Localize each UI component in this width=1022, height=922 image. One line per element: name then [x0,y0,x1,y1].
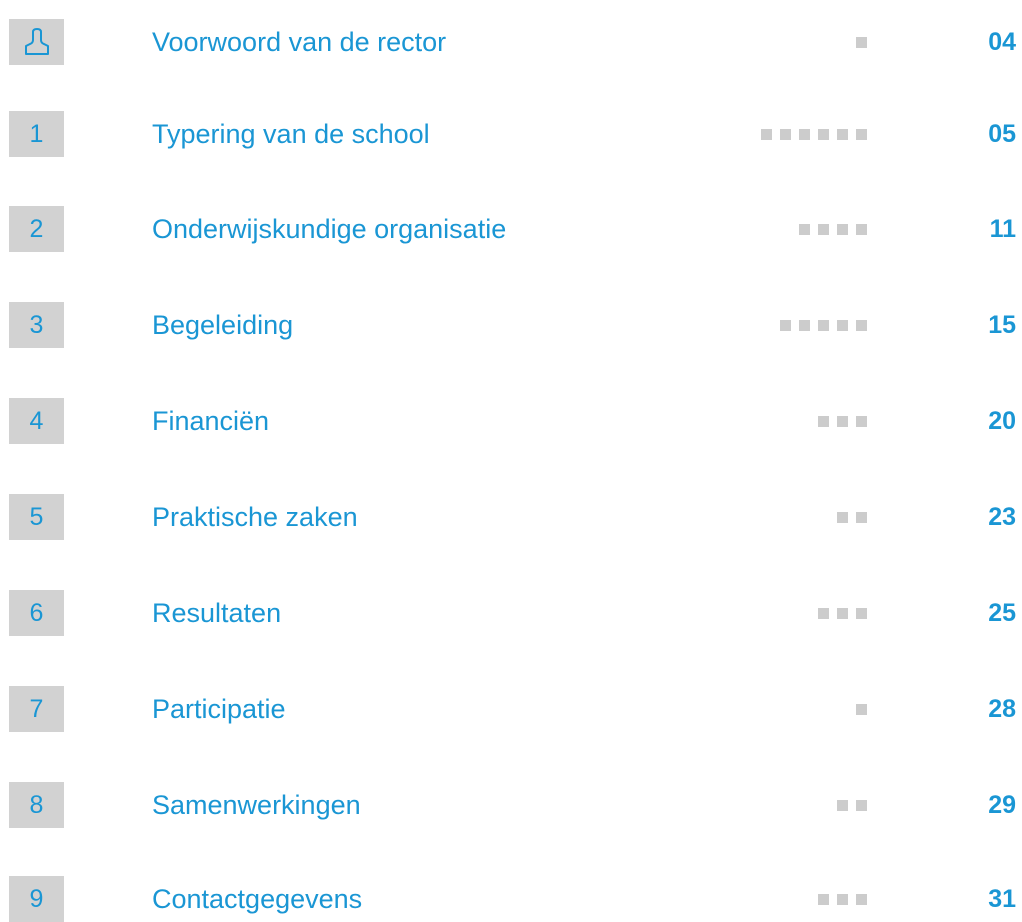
leader-dot [856,320,867,331]
leader-dot [837,608,848,619]
toc-title: Contactgegevens [152,884,363,914]
leader-dot [818,224,829,235]
person-icon [24,28,49,55]
person-icon-badge [9,19,64,65]
chapter-number: 9 [9,876,64,922]
leader-dot [780,320,791,331]
leader-dot [856,608,867,619]
dot-leader [856,37,867,48]
dot-leader [837,800,867,811]
leader-dot [799,129,810,140]
leader-dot [837,129,848,140]
toc-page-number: 11 [989,215,1016,243]
leader-dot [856,800,867,811]
chapter-number: 1 [9,111,64,157]
leader-dot [837,894,848,905]
dot-leader [799,224,867,235]
toc-page-number: 29 [988,791,1016,819]
toc-entry-5[interactable]: 5 Praktische zaken 23 [0,494,1022,540]
toc-entry-3[interactable]: 3 Begeleiding 15 [0,302,1022,348]
chapter-number: 7 [9,686,64,732]
toc-entry-6[interactable]: 6 Resultaten 25 [0,590,1022,636]
leader-dot [818,416,829,427]
chapter-number: 4 [9,398,64,444]
dot-leader [780,320,867,331]
toc-page-number: 31 [988,885,1016,913]
leader-dot [818,608,829,619]
dot-leader [818,894,867,905]
toc-entry-7[interactable]: 7 Participatie 28 [0,686,1022,732]
dot-leader [818,608,867,619]
leader-dot [780,129,791,140]
toc-title: Typering van de school [152,119,430,149]
leader-dot [856,37,867,48]
toc-page-number: 28 [988,695,1016,723]
leader-dot [761,129,772,140]
dot-leader [818,416,867,427]
chapter-number: 2 [9,206,64,252]
leader-dot [799,320,810,331]
chapter-number: 3 [9,302,64,348]
leader-dot [837,800,848,811]
leader-dot [818,129,829,140]
toc-page-number: 05 [988,120,1016,148]
toc-title: Onderwijskundige organisatie [152,214,507,244]
dot-leader [837,512,867,523]
leader-dot [856,416,867,427]
chapter-number: 8 [9,782,64,828]
leader-dot [837,320,848,331]
leader-dot [856,224,867,235]
chapter-number: 5 [9,494,64,540]
leader-dot [856,512,867,523]
toc-page-number: 15 [988,311,1016,339]
leader-dot [837,416,848,427]
dot-leader [856,704,867,715]
leader-dot [799,224,810,235]
leader-dot [837,512,848,523]
leader-dot [837,224,848,235]
leader-dot [856,129,867,140]
toc-entry-9[interactable]: 9 Contactgegevens 31 [0,876,1022,922]
toc-entry-2[interactable]: 2 Onderwijskundige organisatie 11 [0,206,1022,252]
toc-entry-1[interactable]: 1 Typering van de school 05 [0,111,1022,157]
toc-title: Voorwoord van de rector [152,27,447,57]
toc-page-number: 23 [988,503,1016,531]
toc-page-number: 25 [988,599,1016,627]
toc-entry-4[interactable]: 4 Financiën 20 [0,398,1022,444]
toc-page-number: 20 [988,407,1016,435]
toc-title: Samenwerkingen [152,790,361,820]
toc-entry-preface[interactable]: Voorwoord van de rector 04 [0,19,1022,65]
chapter-number: 6 [9,590,64,636]
leader-dot [818,320,829,331]
toc-title: Begeleiding [152,310,294,340]
toc-title: Praktische zaken [152,502,358,532]
toc-title: Financiën [152,406,270,436]
leader-dot [856,894,867,905]
toc-title: Participatie [152,694,286,724]
leader-dot [818,894,829,905]
dot-leader [761,129,867,140]
leader-dot [856,704,867,715]
toc-page-number: 04 [988,28,1016,56]
table-of-contents: Voorwoord van de rector 04 1 Typering va… [0,0,1022,922]
toc-title: Resultaten [152,598,282,628]
toc-entry-8[interactable]: 8 Samenwerkingen 29 [0,782,1022,828]
